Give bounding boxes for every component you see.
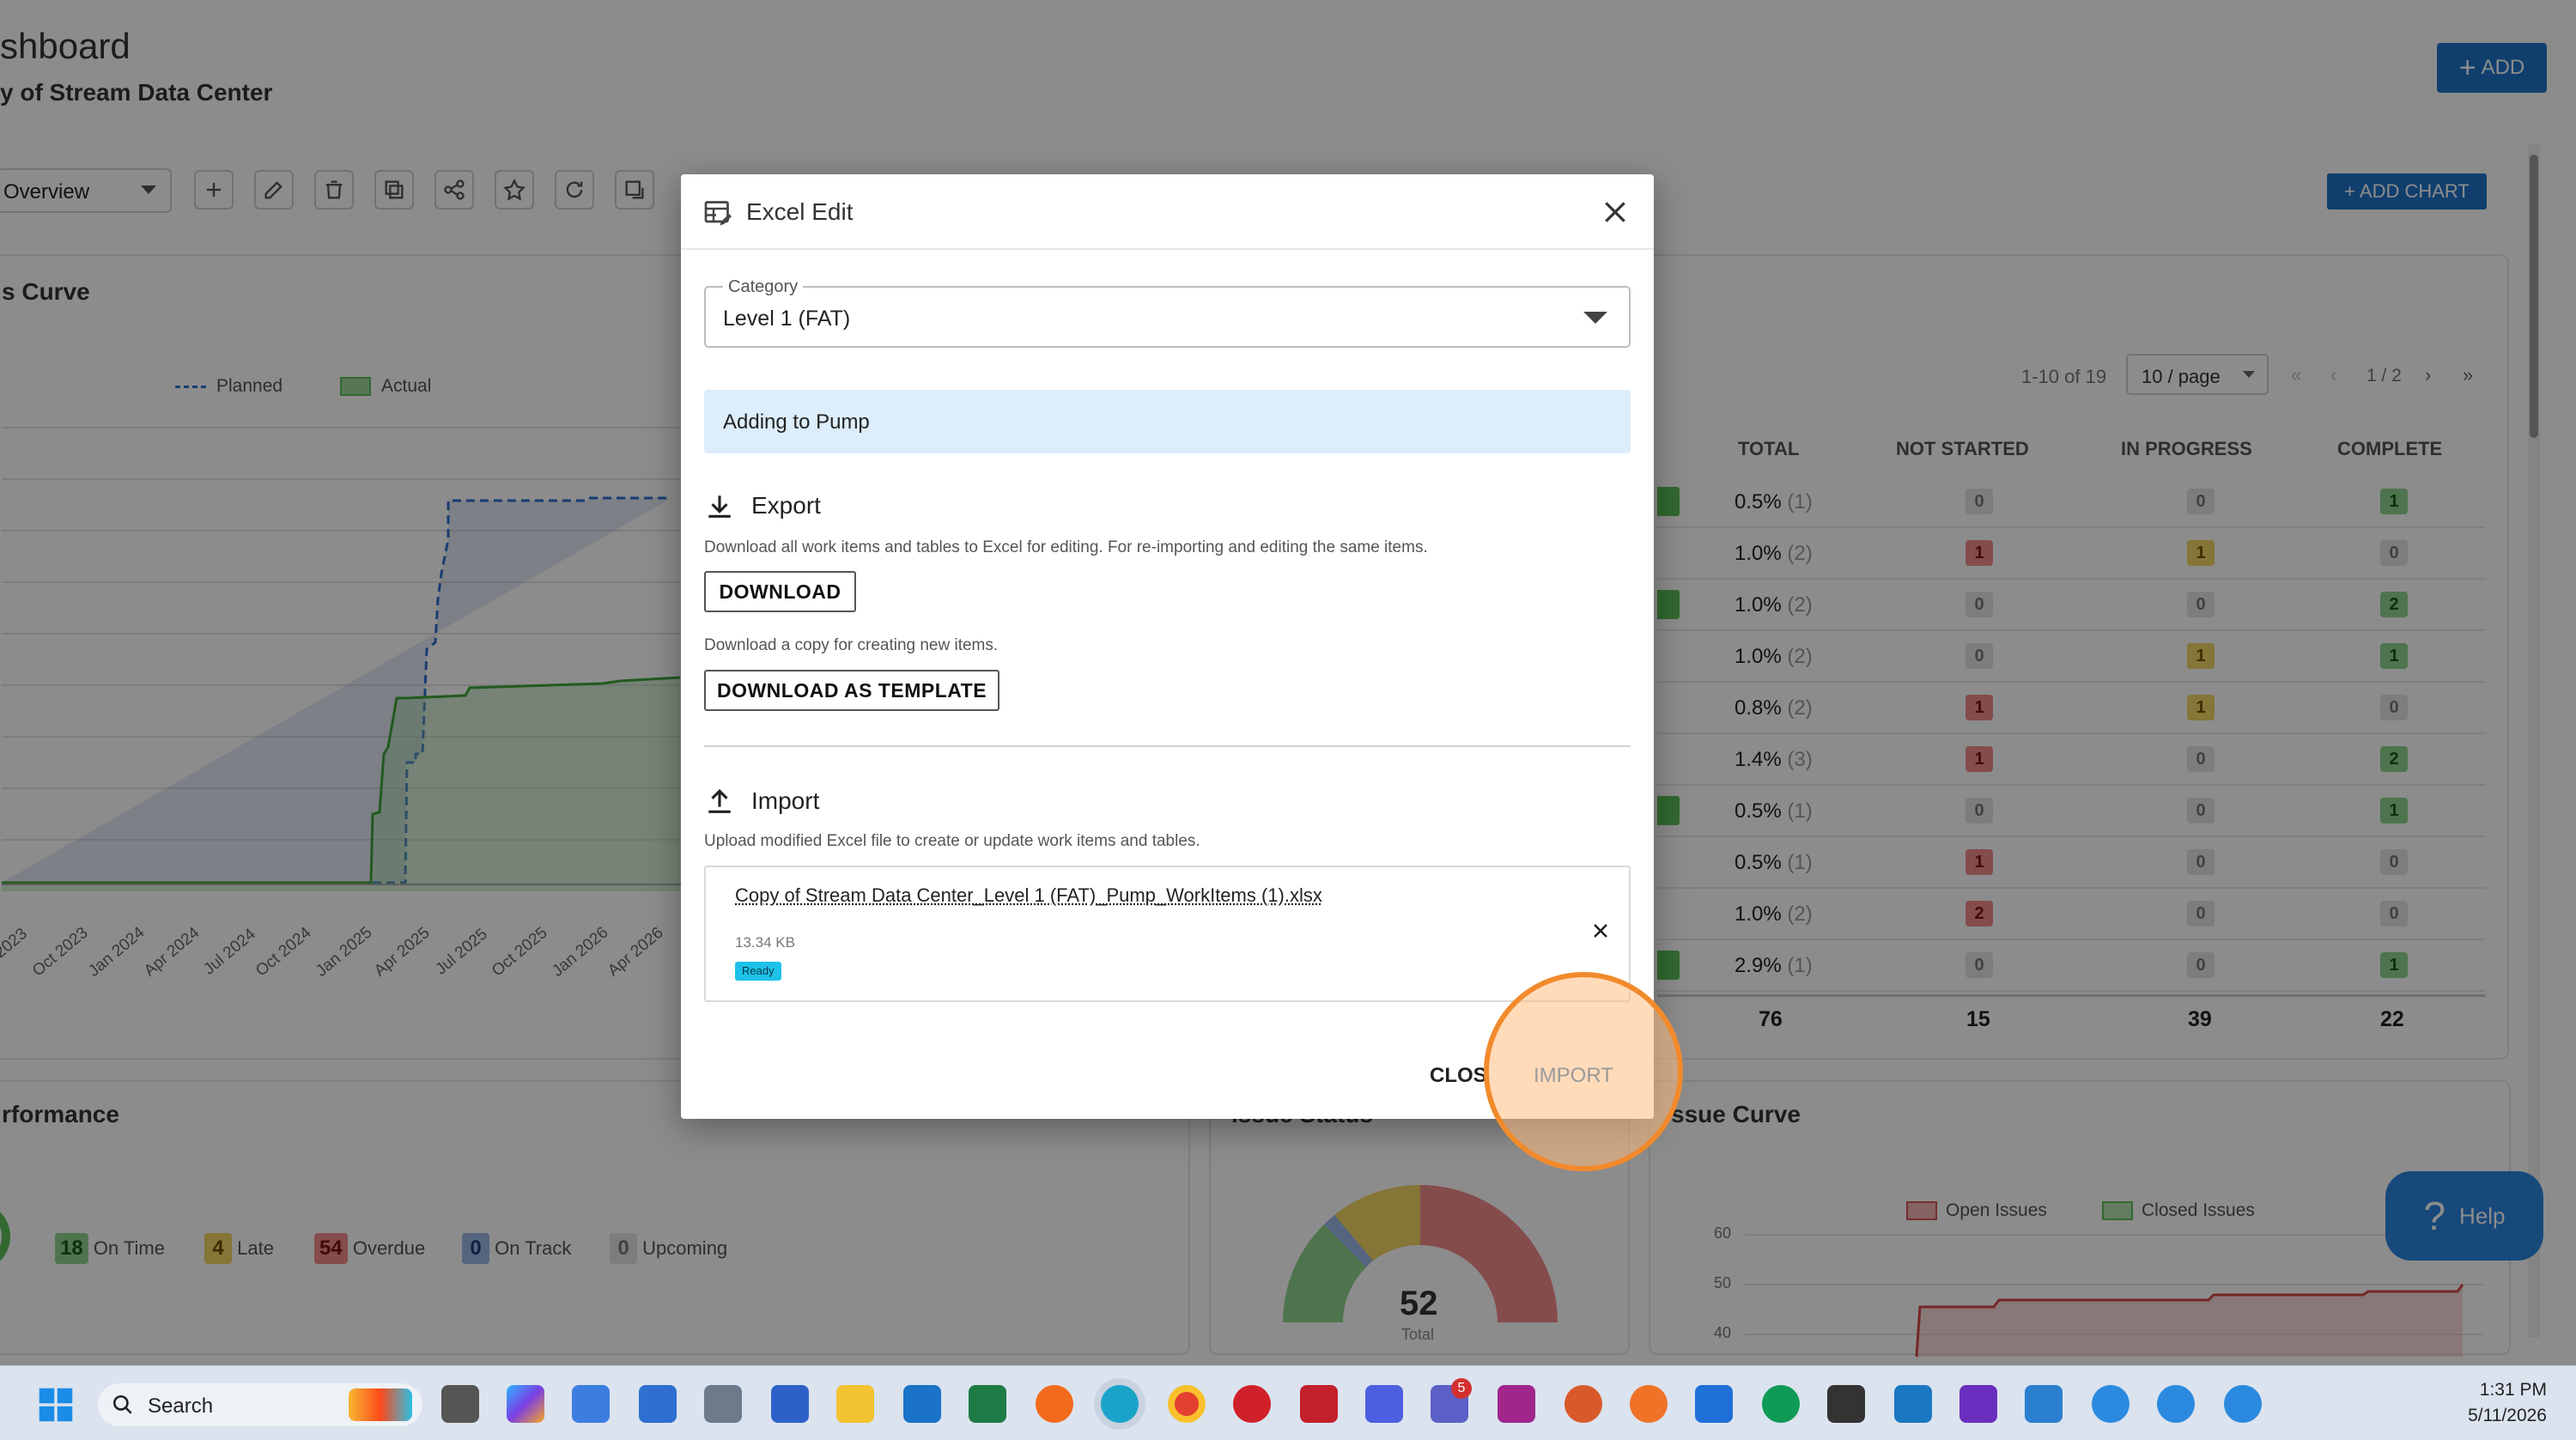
edge-icon[interactable] [1101,1385,1139,1423]
table-edit-icon [704,201,732,226]
app-blue-icon[interactable] [1365,1385,1403,1423]
category-select[interactable]: Category Level 1 (FAT) [704,277,1631,348]
file-name-link[interactable]: Copy of Stream Data Center_Level 1 (FAT)… [735,884,1322,907]
download-icon [708,495,731,518]
outlook-icon[interactable] [903,1385,941,1423]
search-highlight-icon [349,1388,412,1421]
firefox-icon[interactable] [1036,1385,1073,1423]
import-button[interactable]: IMPORT [1534,1064,1613,1088]
status-badge: Ready [735,962,781,981]
onenote-icon[interactable] [1498,1385,1535,1423]
close-button[interactable]: CLOS [1430,1064,1487,1088]
app-stack-icon[interactable] [1695,1385,1733,1423]
file-size: 13.34 KB [735,934,795,951]
dialog-title: Excel Edit [746,198,854,225]
section-divider [704,745,1631,747]
import-heading: Import [751,787,820,814]
chrome-icon[interactable] [1168,1385,1206,1423]
category-label: Category [723,277,804,297]
task-view-icon[interactable] [441,1385,479,1423]
visual-studio-icon[interactable] [1959,1385,1997,1423]
snipping-tool-icon[interactable] [771,1385,809,1423]
download-button[interactable]: DOWNLOAD [704,571,856,612]
terminal-icon[interactable] [1827,1385,1865,1423]
export-heading: Export [751,492,821,519]
taskbar-search[interactable]: Search [98,1383,422,1426]
settings-gear-icon[interactable] [2157,1385,2195,1423]
clock-date[interactable]: 5/11/2026 [2461,1406,2547,1426]
app-red-icon[interactable] [1300,1385,1338,1423]
vscode-icon[interactable] [1894,1385,1932,1423]
taskbar: Search 5 1:31 PM 5/11/2026 [0,1365,2576,1440]
notification-badge: 5 [1451,1378,1472,1399]
settings-gear-icon[interactable] [2092,1385,2129,1423]
excel-icon[interactable] [969,1385,1006,1423]
upload-icon [708,789,731,813]
widgets-icon[interactable] [572,1385,610,1423]
mongodb-icon[interactable] [1762,1385,1800,1423]
category-value: Level 1 (FAT) [723,307,851,331]
search-icon [112,1394,132,1414]
download-template-button[interactable]: DOWNLOAD AS TEMPLATE [704,670,999,711]
remove-file-icon[interactable] [1590,921,1611,941]
export-description: Download all work items and tables to Ex… [704,538,1428,556]
close-icon[interactable] [1601,198,1629,226]
divider [681,248,1654,250]
calculator-icon[interactable] [704,1385,742,1423]
file-explorer-icon[interactable] [836,1385,874,1423]
settings-gear-icon[interactable] [2224,1385,2262,1423]
notepad-icon[interactable] [2025,1385,2063,1423]
import-description: Upload modified Excel file to create or … [704,832,1200,850]
chevron-down-icon [1583,312,1607,324]
claude-icon[interactable] [1564,1385,1602,1423]
photos-icon[interactable] [639,1385,677,1423]
template-description: Download a copy for creating new items. [704,636,999,654]
uploaded-file-card: Copy of Stream Data Center_Level 1 (FAT)… [704,866,1631,1002]
clock-time[interactable]: 1:31 PM [2461,1380,2547,1401]
app-orange-icon[interactable] [1630,1385,1668,1423]
info-banner: Adding to Pump [704,390,1631,453]
excel-edit-dialog: Excel Edit Category Level 1 (FAT) Adding… [681,174,1683,1171]
copilot-icon[interactable] [507,1385,544,1423]
windows-start-icon[interactable] [38,1387,74,1423]
opera-icon[interactable] [1233,1385,1271,1423]
